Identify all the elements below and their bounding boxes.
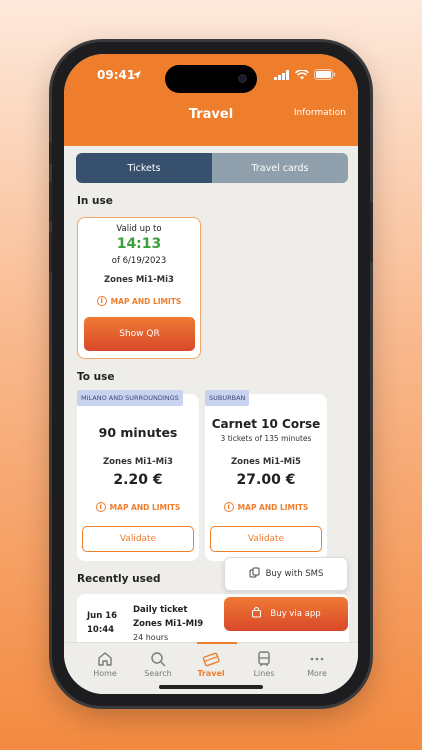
tab-travel-cards[interactable]: Travel cards — [212, 153, 348, 183]
recent-time: 10:44 — [87, 625, 115, 635]
map-and-limits-link[interactable]: i MAP AND LIMITS — [77, 502, 199, 512]
zone-badge: MILANO AND SURROUNDINGS — [77, 390, 183, 406]
ticket-subtitle: 3 tickets of 135 minutes — [220, 434, 312, 443]
recent-ticket-duration: 24 hours — [133, 633, 169, 642]
info-icon: i — [96, 296, 107, 306]
screen: 09:41 Travel Information Tickets Travel … — [64, 54, 358, 694]
tab-home[interactable]: Home — [80, 649, 130, 678]
zone-badge: SUBURBAN — [205, 390, 250, 406]
validate-button[interactable]: Validate — [210, 526, 322, 552]
search-icon — [133, 649, 183, 669]
in-use-heading: In use — [77, 195, 113, 207]
battery-icon — [314, 69, 336, 83]
valid-time: 14:13 — [116, 236, 162, 252]
recent-ticket-name: Daily ticket — [133, 605, 188, 615]
buy-via-app-button[interactable]: Buy via app — [224, 597, 348, 631]
tab-lines[interactable]: Lines — [239, 649, 289, 678]
map-and-limits-link[interactable]: i MAP AND LIMITS — [78, 296, 200, 306]
wifi-icon — [295, 69, 309, 83]
phone-frame: 09:41 Travel Information Tickets Travel … — [49, 42, 373, 706]
app-header: 09:41 Travel Information — [64, 54, 358, 146]
buy-with-sms-label: Buy with SMS — [265, 569, 324, 579]
tab-search-label: Search — [144, 669, 172, 678]
info-icon: i — [95, 502, 106, 512]
home-indicator — [159, 685, 263, 689]
signal-icon — [274, 69, 290, 83]
bus-icon — [239, 649, 289, 669]
recent-ticket-zones: Zones Mi1-MI9 — [133, 619, 204, 629]
ticket-card[interactable]: MILANO AND SURROUNDINGS 90 minutes Zones… — [77, 390, 199, 561]
volume-up-button — [49, 182, 52, 222]
information-link[interactable]: Information — [294, 108, 346, 118]
info-icon: i — [223, 502, 234, 512]
validate-button[interactable]: Validate — [82, 526, 194, 552]
recently-used-heading: Recently used — [77, 573, 161, 585]
dynamic-island — [165, 65, 257, 93]
location-arrow-icon — [132, 69, 142, 83]
tab-lines-label: Lines — [253, 669, 275, 678]
show-qr-button[interactable]: Show QR — [84, 317, 195, 351]
tab-search[interactable]: Search — [133, 649, 183, 678]
ticket-price: 2.20 € — [113, 472, 163, 488]
ticket-zones: Zones Mi1-Mi3 — [104, 275, 174, 285]
bag-icon — [251, 607, 262, 621]
ticket-title: 90 minutes — [98, 425, 178, 440]
tab-travel[interactable]: Travel — [186, 649, 236, 678]
map-and-limits-label: MAP AND LIMITS — [237, 502, 309, 512]
mute-switch — [49, 142, 52, 164]
camera-icon — [238, 74, 247, 83]
valid-up-to-label: Valid up to — [116, 224, 162, 234]
status-time: 09:41 — [97, 68, 136, 82]
buy-with-sms-button[interactable]: Buy with SMS — [224, 557, 348, 591]
power-button — [370, 202, 373, 262]
sms-icon — [249, 567, 260, 581]
status-bar: 09:41 — [64, 65, 358, 93]
tab-travel-label: Travel — [197, 669, 225, 678]
active-tab-indicator — [197, 642, 237, 644]
ticket-card[interactable]: SUBURBAN Carnet 10 Corse 3 tickets of 13… — [205, 390, 327, 561]
valid-date: of 6/19/2023 — [111, 256, 167, 266]
recent-date: Jun 16 — [87, 611, 118, 621]
tab-home-label: Home — [93, 669, 117, 678]
active-ticket-card[interactable]: Valid up to 14:13 of 6/19/2023 Zones Mi1… — [77, 217, 201, 359]
ticket-icon — [186, 649, 236, 669]
home-icon — [80, 649, 130, 669]
ticket-zones: Zones Mi1-Mi3 — [103, 457, 173, 467]
ticket-price: 27.00 € — [236, 472, 296, 488]
map-and-limits-link[interactable]: i MAP AND LIMITS — [205, 502, 327, 512]
map-and-limits-label: MAP AND LIMITS — [109, 502, 181, 512]
tab-more-label: More — [307, 669, 327, 678]
buy-via-app-label: Buy via app — [270, 609, 321, 619]
ticket-title: Carnet 10 Corse — [211, 417, 321, 431]
volume-down-button — [49, 232, 52, 272]
tab-tickets[interactable]: Tickets — [76, 153, 212, 183]
to-use-heading: To use — [77, 371, 115, 383]
more-icon — [292, 649, 342, 669]
tab-more[interactable]: More — [292, 649, 342, 678]
segmented-tabs: Tickets Travel cards — [76, 153, 348, 183]
ticket-zones: Zones Mi1-Mi5 — [231, 457, 301, 467]
map-and-limits-label: MAP AND LIMITS — [110, 296, 182, 306]
